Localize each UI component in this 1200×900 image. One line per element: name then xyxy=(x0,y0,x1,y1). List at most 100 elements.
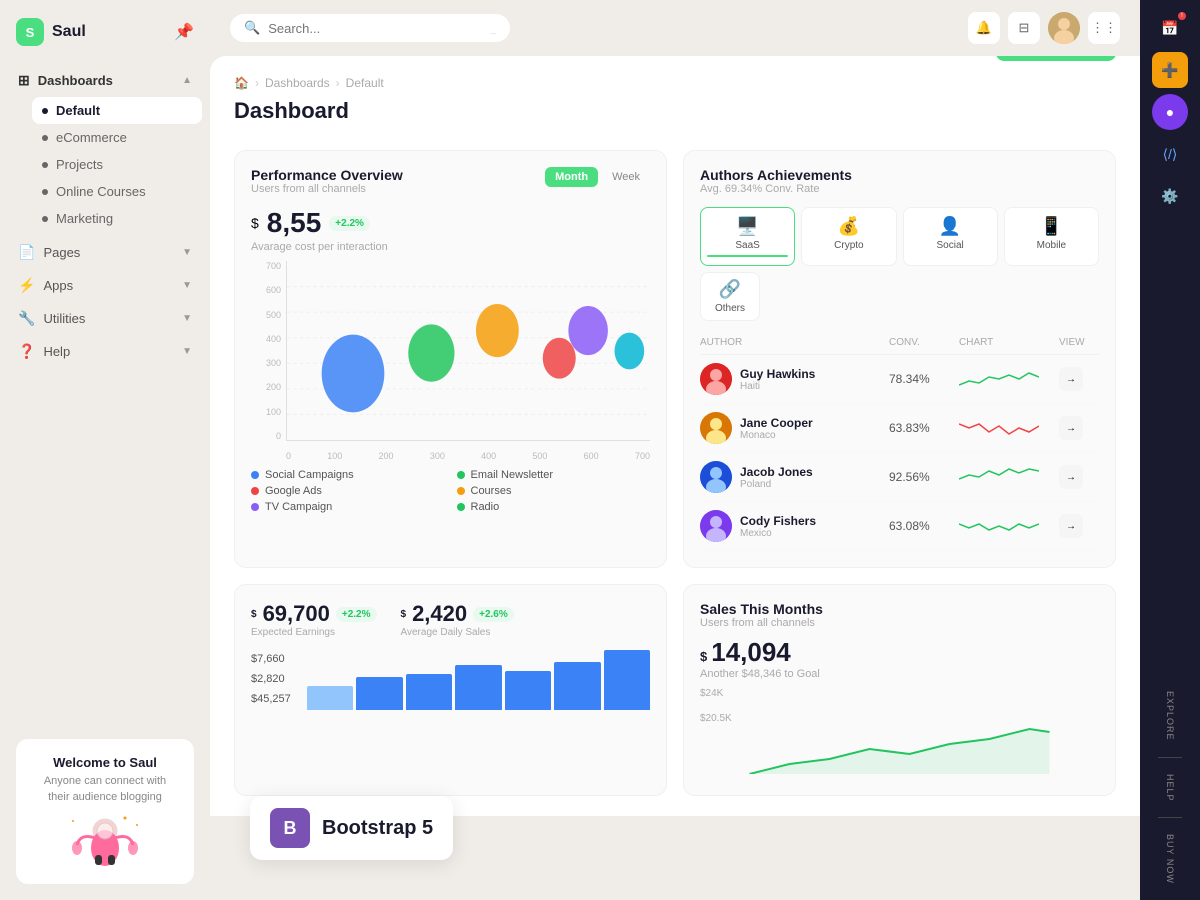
bar-7 xyxy=(604,650,650,710)
author-view-2[interactable]: → xyxy=(1059,416,1083,440)
pin-icon[interactable]: 📌 xyxy=(174,22,194,42)
others-label: Others xyxy=(715,303,745,314)
create-project-button[interactable]: Create Project xyxy=(996,56,1116,61)
legend-tv-campaign: TV Campaign xyxy=(251,501,445,513)
dashboards-label: Dashboards xyxy=(38,73,113,88)
rp-circle-icon[interactable]: ● xyxy=(1152,94,1188,130)
projects-dot xyxy=(42,162,48,168)
buy-now-label[interactable]: Buy now xyxy=(1165,828,1175,890)
apps-chevron: ▼ xyxy=(182,280,192,291)
content-inner: 🏠 › Dashboards › Default Dashboard Creat… xyxy=(210,56,1140,816)
projects-label: Projects xyxy=(56,157,103,172)
apps-icon: ⚡ xyxy=(18,277,35,294)
author-conv-3: 92.56% xyxy=(889,470,959,484)
rp-code-icon[interactable]: ⟨/⟩ xyxy=(1152,136,1188,172)
tab-month[interactable]: Month xyxy=(545,167,598,187)
bar-3 xyxy=(406,674,452,710)
expected-badge: +2.2% xyxy=(336,607,377,622)
tab-week[interactable]: Week xyxy=(602,167,650,187)
sidebar-item-online-courses[interactable]: Online Courses xyxy=(32,178,202,205)
utilities-icon: 🔧 xyxy=(18,310,35,327)
search-input[interactable] xyxy=(268,21,482,36)
table-row: Guy Hawkins Haiti 78.34% → xyxy=(700,355,1099,404)
author-view-1[interactable]: → xyxy=(1059,367,1083,391)
expected-earnings-label: Expected Earnings xyxy=(251,627,377,638)
mini-bar-chart xyxy=(307,650,650,710)
sidebar-item-apps[interactable]: ⚡ Apps ▼ xyxy=(8,269,202,302)
author-conv-4: 63.08% xyxy=(889,519,959,533)
y-axis-labels: 700 600 500 400 300 200 100 0 xyxy=(251,261,281,441)
authors-subtitle: Avg. 69.34% Conv. Rate xyxy=(700,183,1099,195)
apps-label: Apps xyxy=(43,278,73,293)
rp-calendar-icon[interactable]: 📅 ! xyxy=(1152,10,1188,46)
search-box[interactable]: 🔍 _ xyxy=(230,14,510,42)
category-mobile[interactable]: 📱 Mobile xyxy=(1004,207,1099,266)
legend-google-ads: Google Ads xyxy=(251,485,445,497)
sidebar-item-default[interactable]: Default xyxy=(32,97,202,124)
sales-title: Sales This Months xyxy=(700,601,1099,617)
performance-overview-card: Performance Overview Users from all chan… xyxy=(234,150,667,568)
metric-badge: +2.2% xyxy=(329,216,370,231)
sidebar-item-dashboards[interactable]: ⊞ Dashboards ▲ xyxy=(8,64,202,97)
topbar-notifications[interactable]: 🔔 xyxy=(968,12,1000,44)
nav-group-dashboards: ⊞ Dashboards ▲ Default eCommerce Project… xyxy=(8,64,202,232)
author-view-4[interactable]: → xyxy=(1059,514,1083,538)
legend-dot-social xyxy=(251,471,259,479)
topbar: 🔍 _ 🔔 ⊟ ⋮⋮ xyxy=(210,0,1140,56)
sidebar-item-marketing[interactable]: Marketing xyxy=(32,205,202,232)
sidebar-item-help[interactable]: ❓ Help ▼ xyxy=(8,335,202,368)
pages-chevron: ▼ xyxy=(182,247,192,258)
avatar-jacob-jones xyxy=(700,461,732,493)
bar-1 xyxy=(307,686,353,710)
dashboards-sub: Default eCommerce Projects Online Course… xyxy=(8,97,202,232)
author-name-2: Jane Cooper xyxy=(740,416,813,430)
table-header: AUTHOR CONV. CHART VIEW xyxy=(700,333,1099,355)
dashboard-grid: Performance Overview Users from all chan… xyxy=(234,150,1116,568)
author-name-4: Cody Fishers xyxy=(740,514,816,528)
legend-dot-courses xyxy=(457,487,465,495)
breadcrumb: 🏠 › Dashboards › Default xyxy=(234,76,384,90)
bar-4 xyxy=(455,665,501,710)
author-conv-2: 63.83% xyxy=(889,421,959,435)
legend-dot-google xyxy=(251,487,259,495)
author-view-3[interactable]: → xyxy=(1059,465,1083,489)
crypto-icon: 💰 xyxy=(808,216,889,237)
topbar-menu[interactable]: ⋮⋮ xyxy=(1088,12,1120,44)
sidebar-item-projects[interactable]: Projects xyxy=(32,151,202,178)
main-wrapper: 🔍 _ 🔔 ⊟ ⋮⋮ xyxy=(210,0,1140,900)
avatar-jane-cooper xyxy=(700,412,732,444)
sales-y-label-2: $20.5K xyxy=(700,713,1099,724)
rp-gear-icon[interactable]: ⚙️ xyxy=(1152,178,1188,214)
sidebar-item-pages[interactable]: 📄 Pages ▼ xyxy=(8,236,202,269)
breadcrumb-dashboards[interactable]: Dashboards xyxy=(265,76,330,90)
rp-add-icon[interactable]: ➕ xyxy=(1152,52,1188,88)
marketing-label: Marketing xyxy=(56,211,113,226)
marketing-dot xyxy=(42,216,48,222)
topbar-avatar[interactable] xyxy=(1048,12,1080,44)
daily-badge: +2.6% xyxy=(473,607,514,622)
explore-label[interactable]: Explore xyxy=(1165,685,1175,747)
topbar-right: 🔔 ⊟ ⋮⋮ xyxy=(968,12,1120,44)
sales-goal: Another $48,346 to Goal xyxy=(700,668,1099,680)
logo-icon: S xyxy=(16,18,44,46)
mobile-icon: 📱 xyxy=(1011,216,1092,237)
category-saas[interactable]: 🖥️ SaaS xyxy=(700,207,795,266)
authors-achievements-card: Authors Achievements Avg. 69.34% Conv. R… xyxy=(683,150,1116,568)
app-name: Saul xyxy=(52,23,86,41)
content-relative: 🏠 › Dashboards › Default Dashboard Creat… xyxy=(210,56,1140,900)
category-social[interactable]: 👤 Social xyxy=(903,207,998,266)
help-label[interactable]: Help xyxy=(1165,768,1175,808)
perf-subtitle: Users from all channels xyxy=(251,183,403,195)
category-others[interactable]: 🔗 Others xyxy=(700,272,760,321)
sales-y-label-1: $24K xyxy=(700,688,1099,699)
chart-area xyxy=(286,261,650,441)
sidebar-item-utilities[interactable]: 🔧 Utilities ▼ xyxy=(8,302,202,335)
topbar-settings[interactable]: ⊟ xyxy=(1008,12,1040,44)
pages-label: Pages xyxy=(43,245,80,260)
sidebar-item-ecommerce[interactable]: eCommerce xyxy=(32,124,202,151)
metric-value: 8,55 xyxy=(267,207,322,239)
ecommerce-dot xyxy=(42,135,48,141)
metric-label: Avarage cost per interaction xyxy=(251,241,650,253)
breadcrumb-home[interactable]: 🏠 xyxy=(234,76,249,90)
category-crypto[interactable]: 💰 Crypto xyxy=(801,207,896,266)
